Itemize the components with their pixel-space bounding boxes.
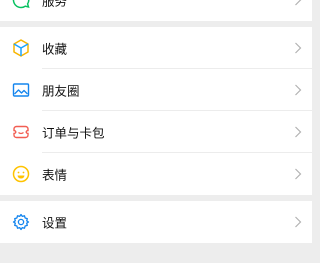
menu-item-orders-cards[interactable]: 订单与卡包	[0, 111, 312, 153]
menu-item-settings[interactable]: 设置	[0, 201, 312, 243]
menu-item-label: 表情	[42, 167, 68, 183]
menu-item-label: 设置	[42, 215, 68, 231]
menu-item-label: 服务	[42, 0, 68, 9]
menu-item-service[interactable]: 服务	[0, 0, 312, 21]
chevron-right-icon	[294, 42, 302, 54]
settings-icon	[11, 212, 31, 232]
menu-item-label: 订单与卡包	[42, 125, 105, 141]
service-icon	[11, 0, 31, 10]
middle-group: 收藏 朋友圈 订单与卡包 表情	[0, 27, 312, 195]
sticker-icon	[11, 164, 31, 184]
chevron-right-icon	[294, 84, 302, 96]
chevron-right-icon	[294, 126, 302, 138]
menu-item-label: 收藏	[42, 41, 68, 57]
menu-item-favorites[interactable]: 收藏	[0, 27, 312, 69]
moments-icon	[11, 80, 31, 100]
chevron-right-icon	[294, 0, 302, 6]
favorites-icon	[11, 38, 31, 58]
chevron-right-icon	[294, 168, 302, 180]
bottom-group: 设置	[0, 201, 312, 243]
menu-item-moments[interactable]: 朋友圈	[0, 69, 312, 111]
top-group: 服务	[0, 0, 312, 21]
menu-item-sticker[interactable]: 表情	[0, 153, 312, 195]
chevron-right-icon	[294, 216, 302, 228]
orders-cards-icon	[11, 122, 31, 142]
menu-item-label: 朋友圈	[42, 83, 80, 99]
